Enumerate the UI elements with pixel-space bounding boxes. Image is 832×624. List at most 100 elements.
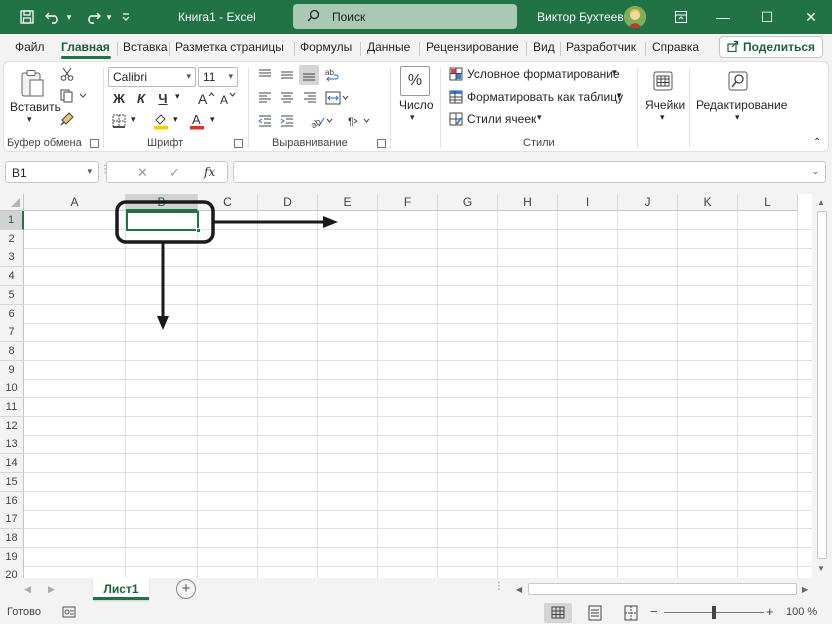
- minimize-button[interactable]: —: [702, 0, 744, 34]
- cut-icon[interactable]: [59, 66, 75, 82]
- column-header-j[interactable]: J: [618, 194, 678, 211]
- row-header-10[interactable]: 10: [0, 379, 24, 399]
- sheet-tab[interactable]: Лист1: [93, 578, 149, 600]
- align-right-icon[interactable]: [301, 89, 319, 107]
- align-bottom-icon[interactable]: [299, 65, 319, 85]
- align-middle-icon[interactable]: [278, 66, 296, 84]
- bold-button[interactable]: Ж: [110, 90, 128, 106]
- underline-dropdown-icon[interactable]: ▾: [175, 91, 180, 102]
- prev-sheet-icon[interactable]: ◀: [24, 584, 31, 595]
- cells-icon[interactable]: [649, 66, 677, 96]
- borders-icon[interactable]: [110, 112, 128, 130]
- orientation-icon[interactable]: ab: [309, 112, 335, 130]
- column-header-l[interactable]: L: [738, 194, 798, 211]
- cell-styles-icon[interactable]: [448, 111, 464, 127]
- tab-help[interactable]: Справка: [652, 40, 699, 54]
- align-left-icon[interactable]: [256, 89, 274, 107]
- row-header-18[interactable]: 18: [0, 528, 24, 548]
- column-header-e[interactable]: E: [318, 194, 378, 211]
- conditional-formatting-dropdown-icon[interactable]: ▾: [612, 67, 617, 78]
- row-header-20[interactable]: 20: [0, 566, 24, 578]
- editing-dropdown-icon[interactable]: ▾: [735, 112, 740, 123]
- row-header-3[interactable]: 3: [0, 248, 24, 268]
- normal-view-button[interactable]: [544, 603, 572, 623]
- user-name[interactable]: Виктор Бухтеев: [537, 10, 624, 24]
- decrease-indent-icon[interactable]: [256, 112, 274, 130]
- column-header-k[interactable]: K: [678, 194, 738, 211]
- avatar[interactable]: [624, 6, 646, 28]
- editing-icon[interactable]: [724, 66, 752, 96]
- add-sheet-button[interactable]: +: [176, 579, 196, 599]
- scroll-up-icon[interactable]: ▲: [817, 198, 825, 207]
- row-header-2[interactable]: 2: [0, 229, 24, 249]
- font-color-dropdown-icon[interactable]: ▾: [210, 114, 215, 125]
- formula-input[interactable]: ⌄: [233, 161, 826, 183]
- increase-indent-icon[interactable]: [278, 112, 296, 130]
- horizontal-scroll-thumb[interactable]: [528, 583, 797, 595]
- paste-label[interactable]: Вставить: [10, 100, 61, 114]
- expand-formula-bar-icon[interactable]: ⌄: [811, 166, 819, 177]
- fill-handle[interactable]: [196, 228, 201, 233]
- font-size-select[interactable]: 11 ▾: [198, 67, 238, 87]
- active-cell[interactable]: [126, 211, 199, 231]
- column-header-i[interactable]: I: [558, 194, 618, 211]
- tab-data[interactable]: Данные: [367, 40, 410, 54]
- name-box[interactable]: B1 ▾: [5, 161, 99, 183]
- paste-icon[interactable]: [18, 68, 46, 100]
- number-button[interactable]: Число: [399, 98, 434, 112]
- maximize-button[interactable]: ☐: [746, 0, 788, 34]
- tab-review[interactable]: Рецензирование: [426, 40, 519, 54]
- scroll-left-icon[interactable]: ◀: [516, 585, 522, 594]
- underline-button[interactable]: Ч: [154, 90, 172, 106]
- customize-qat-icon[interactable]: [116, 0, 136, 34]
- column-header-a[interactable]: A: [24, 194, 126, 211]
- tab-split-icon[interactable]: ⋮: [494, 581, 504, 592]
- share-button[interactable]: Поделиться: [719, 36, 823, 58]
- next-sheet-icon[interactable]: ▶: [48, 584, 55, 595]
- zoom-slider-thumb[interactable]: [712, 606, 716, 619]
- zoom-level[interactable]: 100 %: [786, 606, 817, 618]
- name-box-dropdown-icon[interactable]: ▾: [87, 166, 92, 177]
- cancel-entry-button[interactable]: ✕: [137, 165, 148, 181]
- row-header-16[interactable]: 16: [0, 491, 24, 511]
- row-header-5[interactable]: 5: [0, 285, 24, 305]
- fill-color-icon[interactable]: [152, 111, 170, 131]
- accessibility-icon[interactable]: [62, 605, 76, 622]
- row-header-15[interactable]: 15: [0, 472, 24, 492]
- undo-dropdown-icon[interactable]: ▾: [62, 0, 76, 34]
- wrap-text-icon[interactable]: ab: [324, 66, 342, 84]
- align-center-icon[interactable]: [278, 89, 296, 107]
- confirm-entry-button[interactable]: ✓: [169, 165, 180, 181]
- redo-dropdown-icon[interactable]: ▾: [102, 0, 116, 34]
- format-painter-icon[interactable]: [59, 110, 75, 126]
- vertical-scrollbar[interactable]: ▲ ▼: [812, 194, 832, 578]
- merge-center-icon[interactable]: [324, 89, 350, 107]
- select-all-corner[interactable]: [0, 194, 24, 211]
- number-dropdown-icon[interactable]: ▾: [410, 112, 415, 123]
- vertical-scroll-thumb[interactable]: [817, 211, 827, 559]
- tab-page-layout[interactable]: Разметка страницы: [175, 40, 284, 54]
- fill-color-dropdown-icon[interactable]: ▾: [173, 114, 178, 125]
- column-header-f[interactable]: F: [378, 194, 438, 211]
- italic-button[interactable]: К: [132, 90, 150, 106]
- column-header-c[interactable]: C: [198, 194, 258, 211]
- editing-button[interactable]: Редактирование: [696, 98, 787, 112]
- format-as-table-icon[interactable]: [448, 89, 464, 105]
- column-header-b[interactable]: B: [126, 194, 198, 211]
- tab-file[interactable]: Файл: [15, 40, 45, 54]
- font-name-select[interactable]: Calibri ▾: [108, 67, 196, 87]
- row-header-7[interactable]: 7: [0, 323, 24, 343]
- number-format-icon[interactable]: %: [400, 66, 430, 96]
- format-as-table-label[interactable]: Форматировать как таблицу: [467, 90, 623, 104]
- row-header-12[interactable]: 12: [0, 416, 24, 436]
- tab-developer[interactable]: Разработчик: [566, 40, 636, 54]
- cells-dropdown-icon[interactable]: ▾: [660, 112, 665, 123]
- increase-font-icon[interactable]: A: [197, 89, 215, 107]
- row-header-19[interactable]: 19: [0, 547, 24, 567]
- row-header-13[interactable]: 13: [0, 435, 24, 455]
- save-icon[interactable]: [12, 0, 42, 34]
- collapse-ribbon-icon[interactable]: ⌃: [813, 137, 821, 148]
- cells-button[interactable]: Ячейки: [645, 98, 685, 112]
- cell-styles-dropdown-icon[interactable]: ▾: [537, 112, 542, 123]
- row-header-9[interactable]: 9: [0, 360, 24, 380]
